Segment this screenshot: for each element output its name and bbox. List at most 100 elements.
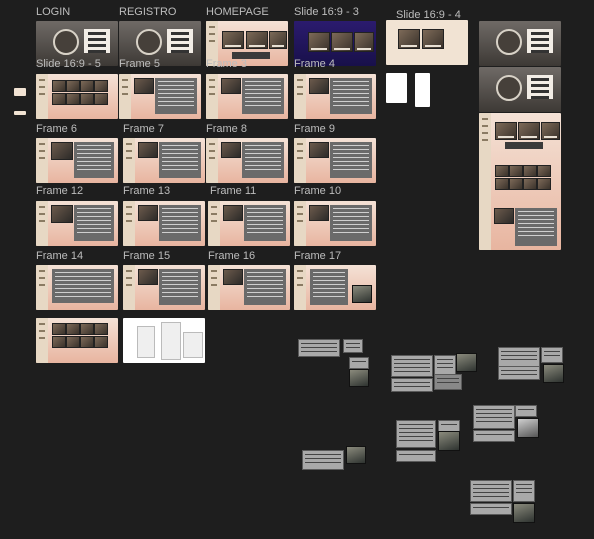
thumb bbox=[422, 29, 444, 49]
frame-label-frame-10[interactable]: Frame 10 bbox=[294, 185, 341, 197]
frame-long-page[interactable] bbox=[479, 113, 561, 250]
menu-icon bbox=[527, 75, 553, 99]
note-card[interactable] bbox=[513, 480, 535, 502]
thumb bbox=[398, 29, 420, 49]
frame-label-frame-8[interactable]: Frame 8 bbox=[206, 123, 247, 135]
frame-label-frame-13[interactable]: Frame 13 bbox=[123, 185, 170, 197]
note-card[interactable] bbox=[391, 378, 433, 392]
emblem-icon bbox=[136, 29, 162, 55]
portrait-image[interactable] bbox=[438, 431, 460, 451]
frame-slide-5[interactable] bbox=[36, 74, 118, 119]
menu-icon bbox=[167, 29, 193, 53]
design-canvas[interactable]: LOGIN REGISTRO HOMEPAGE Slide 16:9 - 3 S… bbox=[0, 0, 594, 539]
note-card[interactable] bbox=[473, 405, 515, 429]
thumb bbox=[354, 32, 374, 52]
menu-icon bbox=[527, 29, 553, 53]
portrait-image[interactable] bbox=[517, 418, 539, 438]
text-block bbox=[330, 78, 372, 114]
text-block bbox=[242, 78, 284, 114]
note-card[interactable] bbox=[298, 339, 340, 357]
frame-16[interactable] bbox=[208, 265, 290, 310]
frame-14[interactable] bbox=[36, 265, 118, 310]
thumb bbox=[309, 78, 329, 94]
note-card[interactable] bbox=[343, 339, 363, 353]
note-card[interactable] bbox=[498, 366, 540, 380]
thumb bbox=[246, 31, 268, 49]
frame-login-copy[interactable] bbox=[479, 21, 561, 66]
mini-frame[interactable] bbox=[14, 88, 26, 96]
thumb bbox=[308, 32, 330, 52]
frame-slide-4[interactable] bbox=[386, 20, 468, 65]
frame-label-frame-11[interactable]: Frame 11 bbox=[210, 185, 256, 197]
frame-9[interactable] bbox=[294, 138, 376, 183]
frame-label-frame-3[interactable]: Frame 3 bbox=[206, 58, 247, 70]
sidebar bbox=[119, 74, 131, 119]
thumb bbox=[222, 31, 244, 49]
frame-13[interactable] bbox=[123, 201, 205, 246]
note-card[interactable] bbox=[391, 355, 433, 377]
frame-grid[interactable] bbox=[36, 318, 118, 363]
note-card[interactable] bbox=[396, 450, 436, 462]
portrait-image[interactable] bbox=[456, 353, 477, 372]
frame-label-frame-14[interactable]: Frame 14 bbox=[36, 250, 83, 262]
note-card[interactable] bbox=[396, 420, 436, 448]
frame-label-frame-9[interactable]: Frame 9 bbox=[294, 123, 335, 135]
frame-15[interactable] bbox=[123, 265, 205, 310]
note-card[interactable] bbox=[541, 347, 563, 363]
frame-5[interactable] bbox=[119, 74, 201, 119]
note-card[interactable] bbox=[349, 357, 369, 369]
frame-label-frame-6[interactable]: Frame 6 bbox=[36, 123, 77, 135]
frame-7[interactable] bbox=[123, 138, 205, 183]
doc-frame[interactable] bbox=[415, 73, 430, 107]
frame-4[interactable] bbox=[294, 74, 376, 119]
frame-10[interactable] bbox=[294, 201, 376, 246]
frame-3[interactable] bbox=[206, 74, 288, 119]
note-card[interactable] bbox=[470, 503, 512, 515]
sidebar bbox=[206, 74, 218, 119]
note-card[interactable] bbox=[470, 480, 512, 502]
frame-17[interactable] bbox=[294, 265, 376, 310]
thumb bbox=[331, 32, 353, 52]
sidebar bbox=[294, 74, 306, 119]
frame-label-frame-7[interactable]: Frame 7 bbox=[123, 123, 164, 135]
frame-forms[interactable] bbox=[123, 318, 205, 363]
portrait-image[interactable] bbox=[543, 364, 564, 383]
frame-6[interactable] bbox=[36, 138, 118, 183]
frame-label-slide-3[interactable]: Slide 16:9 - 3 bbox=[294, 6, 359, 18]
doc-frame[interactable] bbox=[386, 73, 407, 103]
frame-11[interactable] bbox=[208, 201, 290, 246]
frame-label-registro[interactable]: REGISTRO bbox=[119, 6, 176, 18]
emblem-icon bbox=[496, 75, 522, 101]
thumb bbox=[269, 31, 287, 49]
note-card[interactable] bbox=[302, 450, 344, 470]
mini-frame[interactable] bbox=[14, 111, 26, 115]
frame-label-frame-12[interactable]: Frame 12 bbox=[36, 185, 83, 197]
frame-label-frame-5[interactable]: Frame 5 bbox=[119, 58, 160, 70]
emblem-icon bbox=[496, 29, 522, 55]
frame-label-frame-15[interactable]: Frame 15 bbox=[123, 250, 170, 262]
frame-8[interactable] bbox=[206, 138, 288, 183]
frame-label-login[interactable]: LOGIN bbox=[36, 6, 70, 18]
portrait-image[interactable] bbox=[349, 369, 369, 387]
menu-icon bbox=[84, 29, 110, 53]
frame-12[interactable] bbox=[36, 201, 118, 246]
thumb bbox=[221, 78, 241, 94]
thumb bbox=[134, 78, 154, 94]
note-card[interactable] bbox=[473, 430, 515, 442]
frame-label-frame-4[interactable]: Frame 4 bbox=[294, 58, 335, 70]
text-block bbox=[155, 78, 197, 114]
emblem-icon bbox=[53, 29, 79, 55]
frame-registro-copy[interactable] bbox=[479, 67, 561, 112]
frame-label-frame-17[interactable]: Frame 17 bbox=[294, 250, 341, 262]
frame-label-homepage[interactable]: HOMEPAGE bbox=[206, 6, 269, 18]
note-card[interactable] bbox=[434, 374, 462, 390]
sidebar bbox=[36, 74, 48, 119]
sidebar bbox=[479, 113, 491, 250]
frame-label-frame-16[interactable]: Frame 16 bbox=[208, 250, 255, 262]
portrait-image[interactable] bbox=[513, 503, 535, 523]
note-card[interactable] bbox=[434, 355, 456, 375]
portrait-image[interactable] bbox=[346, 446, 366, 464]
frame-label-slide-5[interactable]: Slide 16:9 - 5 bbox=[36, 58, 101, 70]
note-card[interactable] bbox=[498, 347, 540, 367]
note-card[interactable] bbox=[515, 405, 537, 417]
